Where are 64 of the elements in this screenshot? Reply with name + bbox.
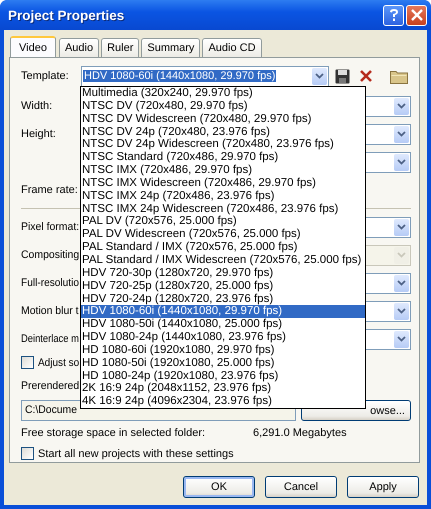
checkbox[interactable] (21, 356, 34, 369)
dropdown-option[interactable]: PAL Standard / IMX (720x576, 25.000 fps) (81, 241, 365, 254)
tab[interactable]: Audio CD (202, 38, 262, 57)
chevron-icon (394, 98, 409, 114)
tab[interactable]: Audio (58, 38, 100, 57)
close-button[interactable] (406, 4, 427, 26)
dropdown-option[interactable]: PAL DV Widescreen (720x576, 25.000 fps) (81, 228, 365, 242)
dropdown-option[interactable]: NTSC DV Widescreen (720x480, 29.970 fps) (81, 112, 365, 126)
dropdown-option[interactable]: NTSC DV 24p (720x480, 23.976 fps) (81, 126, 365, 138)
dropdown-option[interactable]: HD 1080-24p (1920x1080, 23.976 fps) (81, 370, 365, 382)
field-label: Frame rate: (21, 184, 78, 196)
field-label: Prerendered (21, 380, 80, 392)
close-icon (410, 9, 422, 21)
field-label: Deinterlace m (21, 333, 79, 345)
checkbox[interactable] (21, 447, 34, 460)
info-label: Free storage space in selected folder: (21, 427, 206, 439)
checkbox-label: Adjust so (38, 356, 80, 368)
field-label: Full-resolutio (21, 277, 79, 289)
chevron-icon (394, 218, 409, 236)
delete-icon (359, 69, 373, 83)
info-value: 6,291.0 Megabytes (253, 427, 347, 439)
field-label: Width: (21, 100, 52, 112)
dropdown-option[interactable]: NTSC IMX 24p Widescreen (720x486, 23.976 fps) (81, 202, 365, 216)
dialog-button[interactable]: OK (183, 476, 255, 498)
field-label: Height: (21, 128, 56, 140)
checkbox-label: Start all new projects with these settings (38, 448, 234, 460)
dropdown-option[interactable]: NTSC DV 24p Widescreen (720x480, 23.976 fps) (81, 138, 365, 152)
chevron-icon (394, 330, 409, 348)
field-label: Compositing (21, 249, 80, 261)
field-label: Pixel format: (21, 221, 80, 233)
dropdown-option[interactable]: HD 1080-60i (1920x1080, 29.970 fps) (81, 344, 365, 357)
dropdown-option[interactable]: HD 1080-50i (1920x1080, 25.000 fps) (81, 356, 365, 370)
dropdown-option[interactable]: Multimedia (320x240, 29.970 fps) (81, 87, 365, 100)
field-label: Motion blur t (21, 305, 79, 317)
help-button[interactable] (383, 4, 404, 26)
dropdown-option[interactable]: HDV 1080-24p (1440x1080, 23.976 fps) (81, 331, 365, 344)
dropdown-option[interactable]: HDV 1080-60i (1440x1080, 29.970 fps) (81, 305, 365, 318)
dropdown-option[interactable]: NTSC IMX (720x486, 29.970 fps) (81, 164, 365, 177)
dropdown-option[interactable]: NTSC Standard (720x486, 29.970 fps) (81, 151, 365, 164)
dropdown-option[interactable]: NTSC IMX Widescreen (720x486, 29.970 fps) (81, 176, 365, 190)
dropdown-option[interactable]: PAL Standard / IMX Widescreen (720x576, 25.000 fps) (81, 254, 365, 267)
dropdown-option[interactable]: NTSC DV (720x480, 29.970 fps) (81, 100, 365, 113)
dropdown-option[interactable]: HDV 720-25p (1280x720, 25.000 fps) (81, 280, 365, 292)
help-icon (388, 8, 400, 22)
tab[interactable]: Summary (141, 38, 200, 57)
folder-icon (390, 68, 408, 84)
dropdown-option[interactable]: HDV 1080-50i (1440x1080, 25.000 fps) (81, 318, 365, 332)
dropdown-option[interactable]: HDV 720-30p (1280x720, 29.970 fps) (81, 266, 365, 280)
chevron-icon (394, 154, 409, 170)
chevron-icon (394, 302, 409, 320)
dialog-button[interactable]: Apply (347, 476, 419, 498)
tab[interactable]: Video (10, 36, 56, 58)
field-label: Template: (21, 70, 70, 82)
dropdown-option[interactable]: PAL DV (720x576, 25.000 fps) (81, 215, 365, 228)
dropdown-option[interactable]: 2K 16:9 24p (2048x1152, 23.976 fps) (81, 382, 365, 396)
chevron-icon (394, 274, 409, 292)
tab[interactable]: Ruler (101, 38, 140, 57)
dialog-button[interactable]: Cancel (265, 476, 337, 498)
window-title: Project Properties (8, 8, 126, 22)
template-dropdown[interactable]: HDV 1080-60i (1440x1080, 29.970 fps) (81, 66, 329, 86)
chevron-icon (394, 126, 409, 142)
chevron-icon (312, 68, 327, 84)
dropdown-option[interactable]: NTSC IMX 24p (720x486, 23.976 fps) (81, 190, 365, 203)
dropdown-option[interactable]: HDV 720-24p (1280x720, 23.976 fps) (81, 292, 365, 306)
